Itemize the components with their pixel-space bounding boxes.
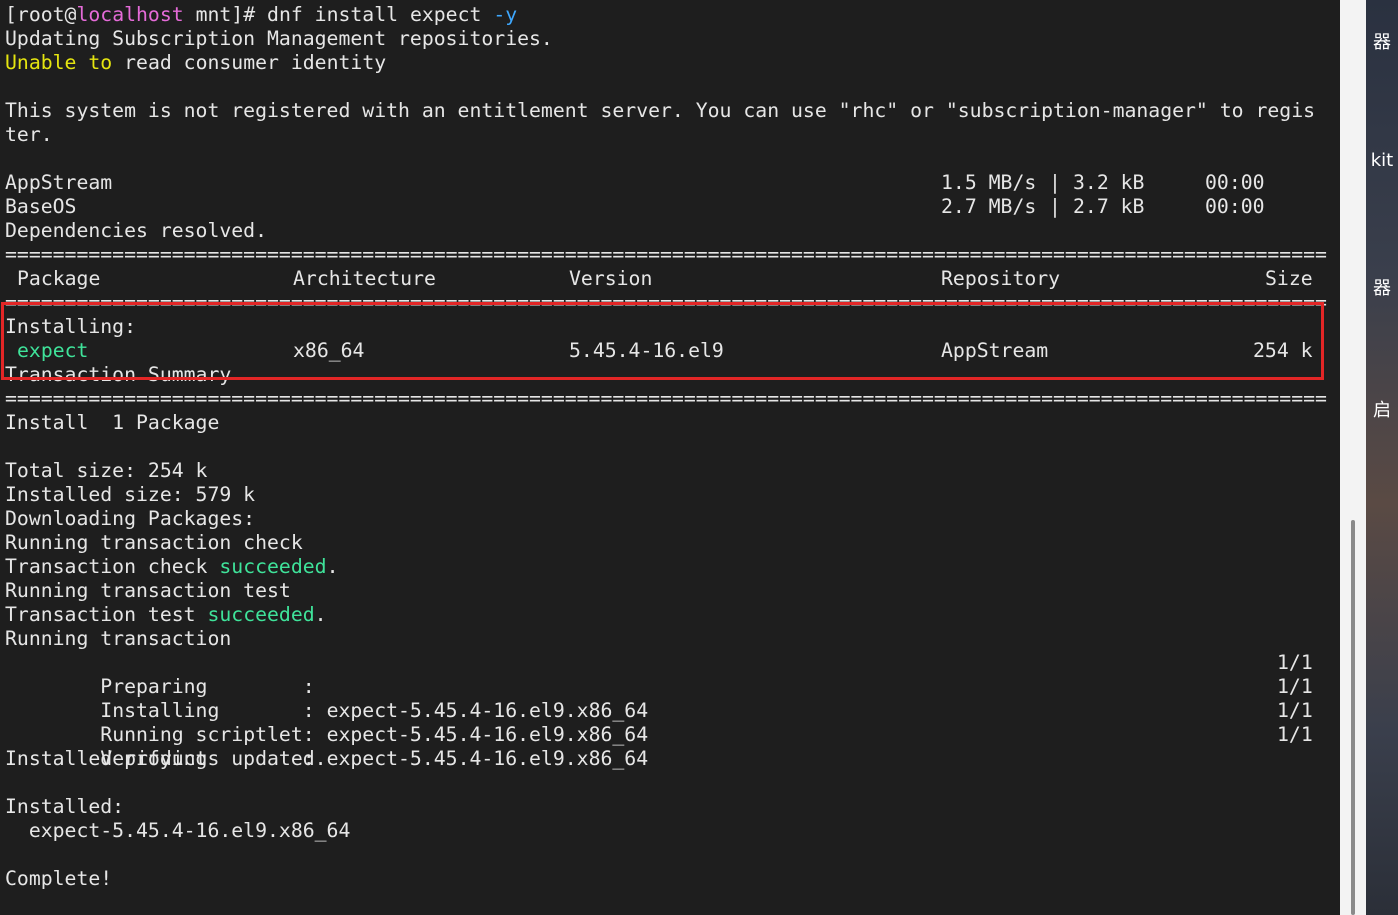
- install-count-line: Install 1 Package: [5, 411, 220, 434]
- separator-line: ========================================…: [5, 291, 1327, 314]
- step-progress: 1/1: [1277, 675, 1313, 698]
- scrollbar-thumb[interactable]: [1351, 520, 1355, 915]
- test-succeeded-line: Transaction test succeeded.: [5, 603, 1327, 627]
- header-architecture: Architecture: [293, 267, 436, 290]
- running-transaction-line: Running transaction: [5, 627, 232, 650]
- package-row: expect x86_64 5.45.4-16.el9 AppStream 25…: [5, 339, 1327, 363]
- package-size: 254 k: [1253, 339, 1313, 362]
- downloading-line: Downloading Packages:: [5, 507, 256, 530]
- header-version: Version: [569, 267, 653, 290]
- separator-line: ========================================…: [5, 243, 1327, 266]
- separator-line: ========================================…: [5, 387, 1327, 410]
- check-suffix: .: [326, 555, 339, 578]
- running-test-line: Running transaction test: [5, 579, 291, 602]
- repo-line-appstream: AppStream 1.5 MB/s | 3.2 kB 00:00: [5, 171, 1327, 195]
- desktop-background-strip: 器 kit 器 启: [1366, 0, 1398, 915]
- not-registered-line-1: This system is not registered with an en…: [5, 99, 1316, 122]
- installing-label: Installing:: [5, 315, 137, 338]
- package-name: expect: [17, 339, 89, 362]
- repo-line-baseos: BaseOS 2.7 MB/s | 2.7 kB 00:00: [5, 195, 1327, 219]
- vertical-scrollbar[interactable]: [1340, 0, 1366, 915]
- package-repository: AppStream: [941, 339, 1049, 362]
- prompt-line: [root@localhost mnt]# dnf install expect…: [5, 3, 1327, 27]
- step-preparing: Preparing : 1/1: [5, 651, 1327, 698]
- package-version: 5.45.4-16.el9: [569, 339, 724, 362]
- header-repository: Repository: [941, 267, 1061, 290]
- not-registered-line-2: ter.: [5, 123, 53, 146]
- installed-size-line: Installed size: 579 k: [5, 483, 256, 506]
- deps-resolved-line: Dependencies resolved.: [5, 219, 268, 242]
- repo-size: 3.2 kB: [1073, 171, 1145, 194]
- succeeded-word: succeeded: [219, 555, 327, 578]
- transaction-summary-heading: Transaction Summary: [5, 363, 232, 386]
- table-header: Package Architecture Version Repository …: [5, 267, 1327, 291]
- products-updated-line: Installed products updated.: [5, 747, 327, 770]
- repo-separator: |: [1049, 171, 1061, 194]
- installed-label: Installed:: [5, 795, 125, 818]
- terminal-window[interactable]: [root@localhost mnt]# dnf install expect…: [0, 0, 1340, 915]
- desktop-icon-label[interactable]: 启: [1366, 396, 1398, 422]
- repo-name: AppStream: [5, 171, 113, 194]
- prompt-dir: mnt]#: [183, 3, 268, 26]
- total-size-line: Total size: 254 k: [5, 459, 208, 482]
- unable-rest: read consumer identity: [112, 51, 387, 74]
- test-prefix: Transaction test: [5, 603, 208, 626]
- running-check-line: Running transaction check: [5, 531, 303, 554]
- updating-line: Updating Subscription Management reposit…: [5, 27, 553, 50]
- step-progress: 1/1: [1277, 723, 1313, 746]
- step-progress: 1/1: [1277, 699, 1313, 722]
- repo-name: BaseOS: [5, 195, 77, 218]
- unable-line: Unable to read consumer identity: [5, 51, 1327, 75]
- check-succeeded-line: Transaction check succeeded.: [5, 555, 1327, 579]
- unable-word: Unable: [5, 51, 77, 74]
- desktop-icon-label[interactable]: 器: [1366, 274, 1398, 300]
- check-prefix: Transaction check: [5, 555, 220, 578]
- repo-time: 00:00: [1205, 195, 1265, 218]
- repo-speed: 2.7 MB/s: [941, 195, 1037, 218]
- complete-line: Complete!: [5, 867, 113, 890]
- repo-separator: |: [1049, 195, 1061, 218]
- repo-speed: 1.5 MB/s: [941, 171, 1037, 194]
- header-size: Size: [1265, 267, 1313, 290]
- repo-time: 00:00: [1205, 171, 1265, 194]
- to-word: to: [88, 51, 113, 74]
- desktop-icon-label[interactable]: kit: [1366, 150, 1398, 171]
- step-progress: 1/1: [1277, 651, 1313, 674]
- prompt-open: [root@: [5, 3, 77, 26]
- step-verifying: Verifying : expect-5.45.4-16.el9.x86_64 …: [5, 723, 1327, 770]
- terminal-output: [root@localhost mnt]# dnf install expect…: [5, 3, 1327, 891]
- test-suffix: .: [314, 603, 327, 626]
- installed-package-line: expect-5.45.4-16.el9.x86_64: [5, 819, 351, 842]
- command-text: dnf install expect: [267, 3, 494, 26]
- repo-size: 2.7 kB: [1073, 195, 1145, 218]
- desktop-icon-label[interactable]: 器: [1366, 28, 1398, 54]
- command-flag: -y: [493, 3, 518, 26]
- succeeded-word: succeeded: [207, 603, 315, 626]
- prompt-host: localhost: [76, 3, 184, 26]
- package-architecture: x86_64: [293, 339, 365, 362]
- header-package: Package: [17, 267, 101, 290]
- step-installing: Installing : expect-5.45.4-16.el9.x86_64…: [5, 675, 1327, 722]
- step-running-scriptlet: Running scriptlet: expect-5.45.4-16.el9.…: [5, 699, 1327, 746]
